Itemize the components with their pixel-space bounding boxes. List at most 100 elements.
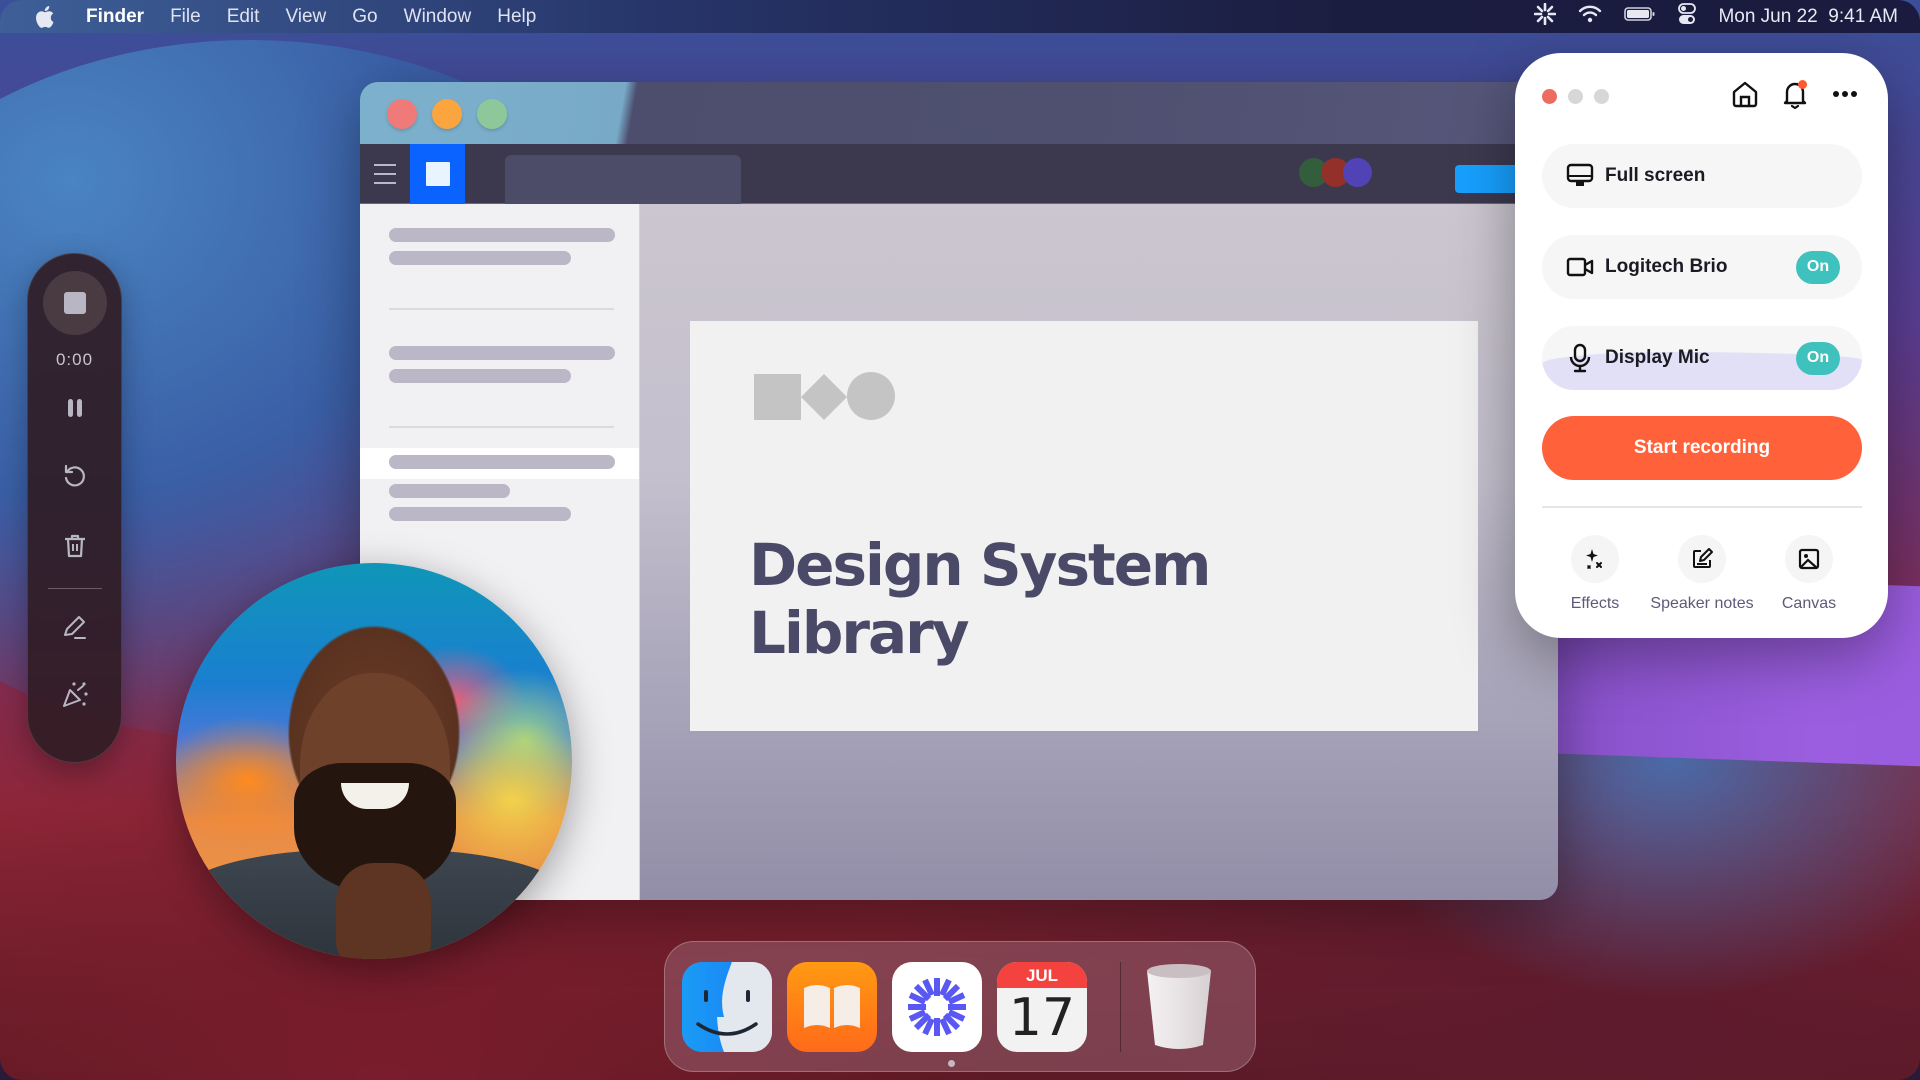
draw-button[interactable]	[55, 607, 95, 647]
minimize-panel-button[interactable]	[1568, 89, 1583, 104]
slide-title: Design System Library	[749, 531, 1211, 667]
collaborator-avatars	[1299, 158, 1372, 187]
edit-note-icon	[1678, 535, 1726, 583]
menubar-clock[interactable]: Mon Jun 22 9:41 AM	[1718, 6, 1898, 28]
app-home-button[interactable]	[410, 143, 465, 204]
notification-dot	[1798, 80, 1807, 89]
calendar-month: JUL	[997, 961, 1087, 988]
delete-recording-button[interactable]	[55, 526, 95, 566]
restart-icon	[64, 464, 85, 487]
screen-source-label: Full screen	[1605, 165, 1706, 186]
mic-source-label: Display Mic	[1605, 347, 1710, 368]
dock-books[interactable]	[787, 961, 877, 1052]
recorder-panel: Full screen Logitech Brio On Display Mic…	[1515, 53, 1888, 638]
camera-preview-bubble[interactable]	[176, 563, 572, 959]
camera-icon	[1565, 252, 1595, 282]
recording-timer: 0:00	[55, 350, 94, 369]
menu-help[interactable]: Help	[497, 6, 536, 28]
loom-status-icon[interactable]	[1534, 2, 1557, 31]
monitor-icon	[1565, 161, 1595, 191]
collaborator-avatar[interactable]	[1343, 158, 1372, 187]
square-logo-icon	[425, 161, 450, 186]
dock-trash[interactable]	[1139, 962, 1219, 1052]
confetti-effects-button[interactable]	[55, 675, 95, 715]
dock: JUL 17	[664, 941, 1256, 1072]
speaker-notes-label: Speaker notes	[1650, 595, 1754, 612]
recording-control-bar: 0:00	[27, 253, 122, 763]
sidepanel-item[interactable]	[360, 479, 639, 534]
wifi-icon[interactable]	[1578, 5, 1602, 29]
maximize-window-button[interactable]	[477, 99, 507, 129]
minimize-window-button[interactable]	[432, 99, 462, 129]
panel-window-controls	[1542, 89, 1609, 104]
more-icon[interactable]	[1830, 79, 1860, 109]
pause-button[interactable]	[55, 388, 95, 428]
battery-icon[interactable]	[1624, 6, 1656, 28]
sidepanel-item[interactable]	[360, 224, 639, 278]
menu-go[interactable]: Go	[352, 6, 377, 28]
start-recording-button[interactable]: Start recording	[1542, 416, 1862, 480]
sidepanel-item[interactable]	[360, 342, 639, 396]
divider	[47, 588, 102, 589]
finder-icon	[696, 961, 772, 1052]
stop-icon	[63, 292, 86, 314]
design-system-logo	[754, 371, 898, 421]
microphone-icon	[1565, 343, 1595, 373]
menu-app-finder[interactable]: Finder	[86, 6, 144, 28]
canvas-label: Canvas	[1781, 595, 1837, 612]
logo-circle	[847, 372, 895, 420]
screen-source-select[interactable]: Full screen	[1542, 144, 1862, 208]
divider	[1542, 506, 1862, 508]
dock-separator	[1120, 961, 1121, 1052]
file-tab[interactable]	[505, 155, 741, 204]
close-window-button[interactable]	[387, 99, 417, 129]
sparkles-icon	[1571, 535, 1619, 583]
effects-button[interactable]: Effects	[1542, 535, 1648, 613]
effects-label: Effects	[1570, 595, 1620, 612]
dock-calendar[interactable]: JUL 17	[997, 961, 1087, 1052]
menu-edit[interactable]: Edit	[227, 6, 260, 28]
home-icon[interactable]	[1730, 79, 1760, 109]
stop-recording-button[interactable]	[42, 271, 107, 335]
maximize-panel-button[interactable]	[1594, 89, 1609, 104]
menu-bar: Finder File Edit View Go Window Help Mon…	[0, 0, 1920, 33]
slide-title-line-2: Library	[749, 599, 970, 667]
menu-view[interactable]: View	[285, 6, 326, 28]
canvas-button[interactable]: Canvas	[1756, 535, 1862, 613]
window-titlebar	[360, 82, 1558, 144]
slide-frame[interactable]: Design System Library	[690, 321, 1478, 731]
trash-icon	[64, 534, 85, 558]
loom-icon	[908, 977, 966, 1036]
pause-icon	[67, 399, 82, 417]
sidepanel-item-selected[interactable]	[360, 448, 639, 479]
divider	[389, 308, 614, 310]
menu-file[interactable]: File	[170, 6, 201, 28]
camera-source-label: Logitech Brio	[1605, 256, 1728, 277]
mic-toggle[interactable]: On	[1796, 341, 1840, 375]
hamburger-menu-icon[interactable]	[360, 144, 410, 204]
slide-title-line-1: Design System	[749, 531, 1211, 599]
app-toolbar	[360, 143, 1558, 204]
dock-finder[interactable]	[682, 961, 772, 1052]
bell-icon[interactable]	[1780, 79, 1810, 109]
apple-logo-icon[interactable]	[34, 5, 56, 28]
books-icon	[804, 984, 860, 1028]
pencil-icon	[63, 616, 86, 639]
logo-diamond	[801, 374, 847, 420]
image-icon	[1785, 535, 1833, 583]
close-panel-button[interactable]	[1542, 89, 1557, 104]
confetti-icon	[62, 682, 88, 707]
mic-source-select[interactable]: Display Mic On	[1542, 326, 1862, 390]
restart-button[interactable]	[55, 456, 95, 496]
camera-toggle[interactable]: On	[1796, 250, 1840, 284]
camera-source-select[interactable]: Logitech Brio On	[1542, 235, 1862, 299]
menu-window[interactable]: Window	[404, 6, 472, 28]
calendar-day: 17	[1008, 987, 1076, 1048]
dock-loom[interactable]	[892, 961, 982, 1052]
window-controls	[387, 99, 507, 129]
control-center-icon[interactable]	[1678, 2, 1697, 31]
speaker-notes-button[interactable]: Speaker notes	[1649, 535, 1755, 613]
design-canvas[interactable]: Design System Library	[640, 204, 1558, 900]
divider	[389, 426, 614, 428]
trash-can-icon	[1147, 963, 1211, 1049]
